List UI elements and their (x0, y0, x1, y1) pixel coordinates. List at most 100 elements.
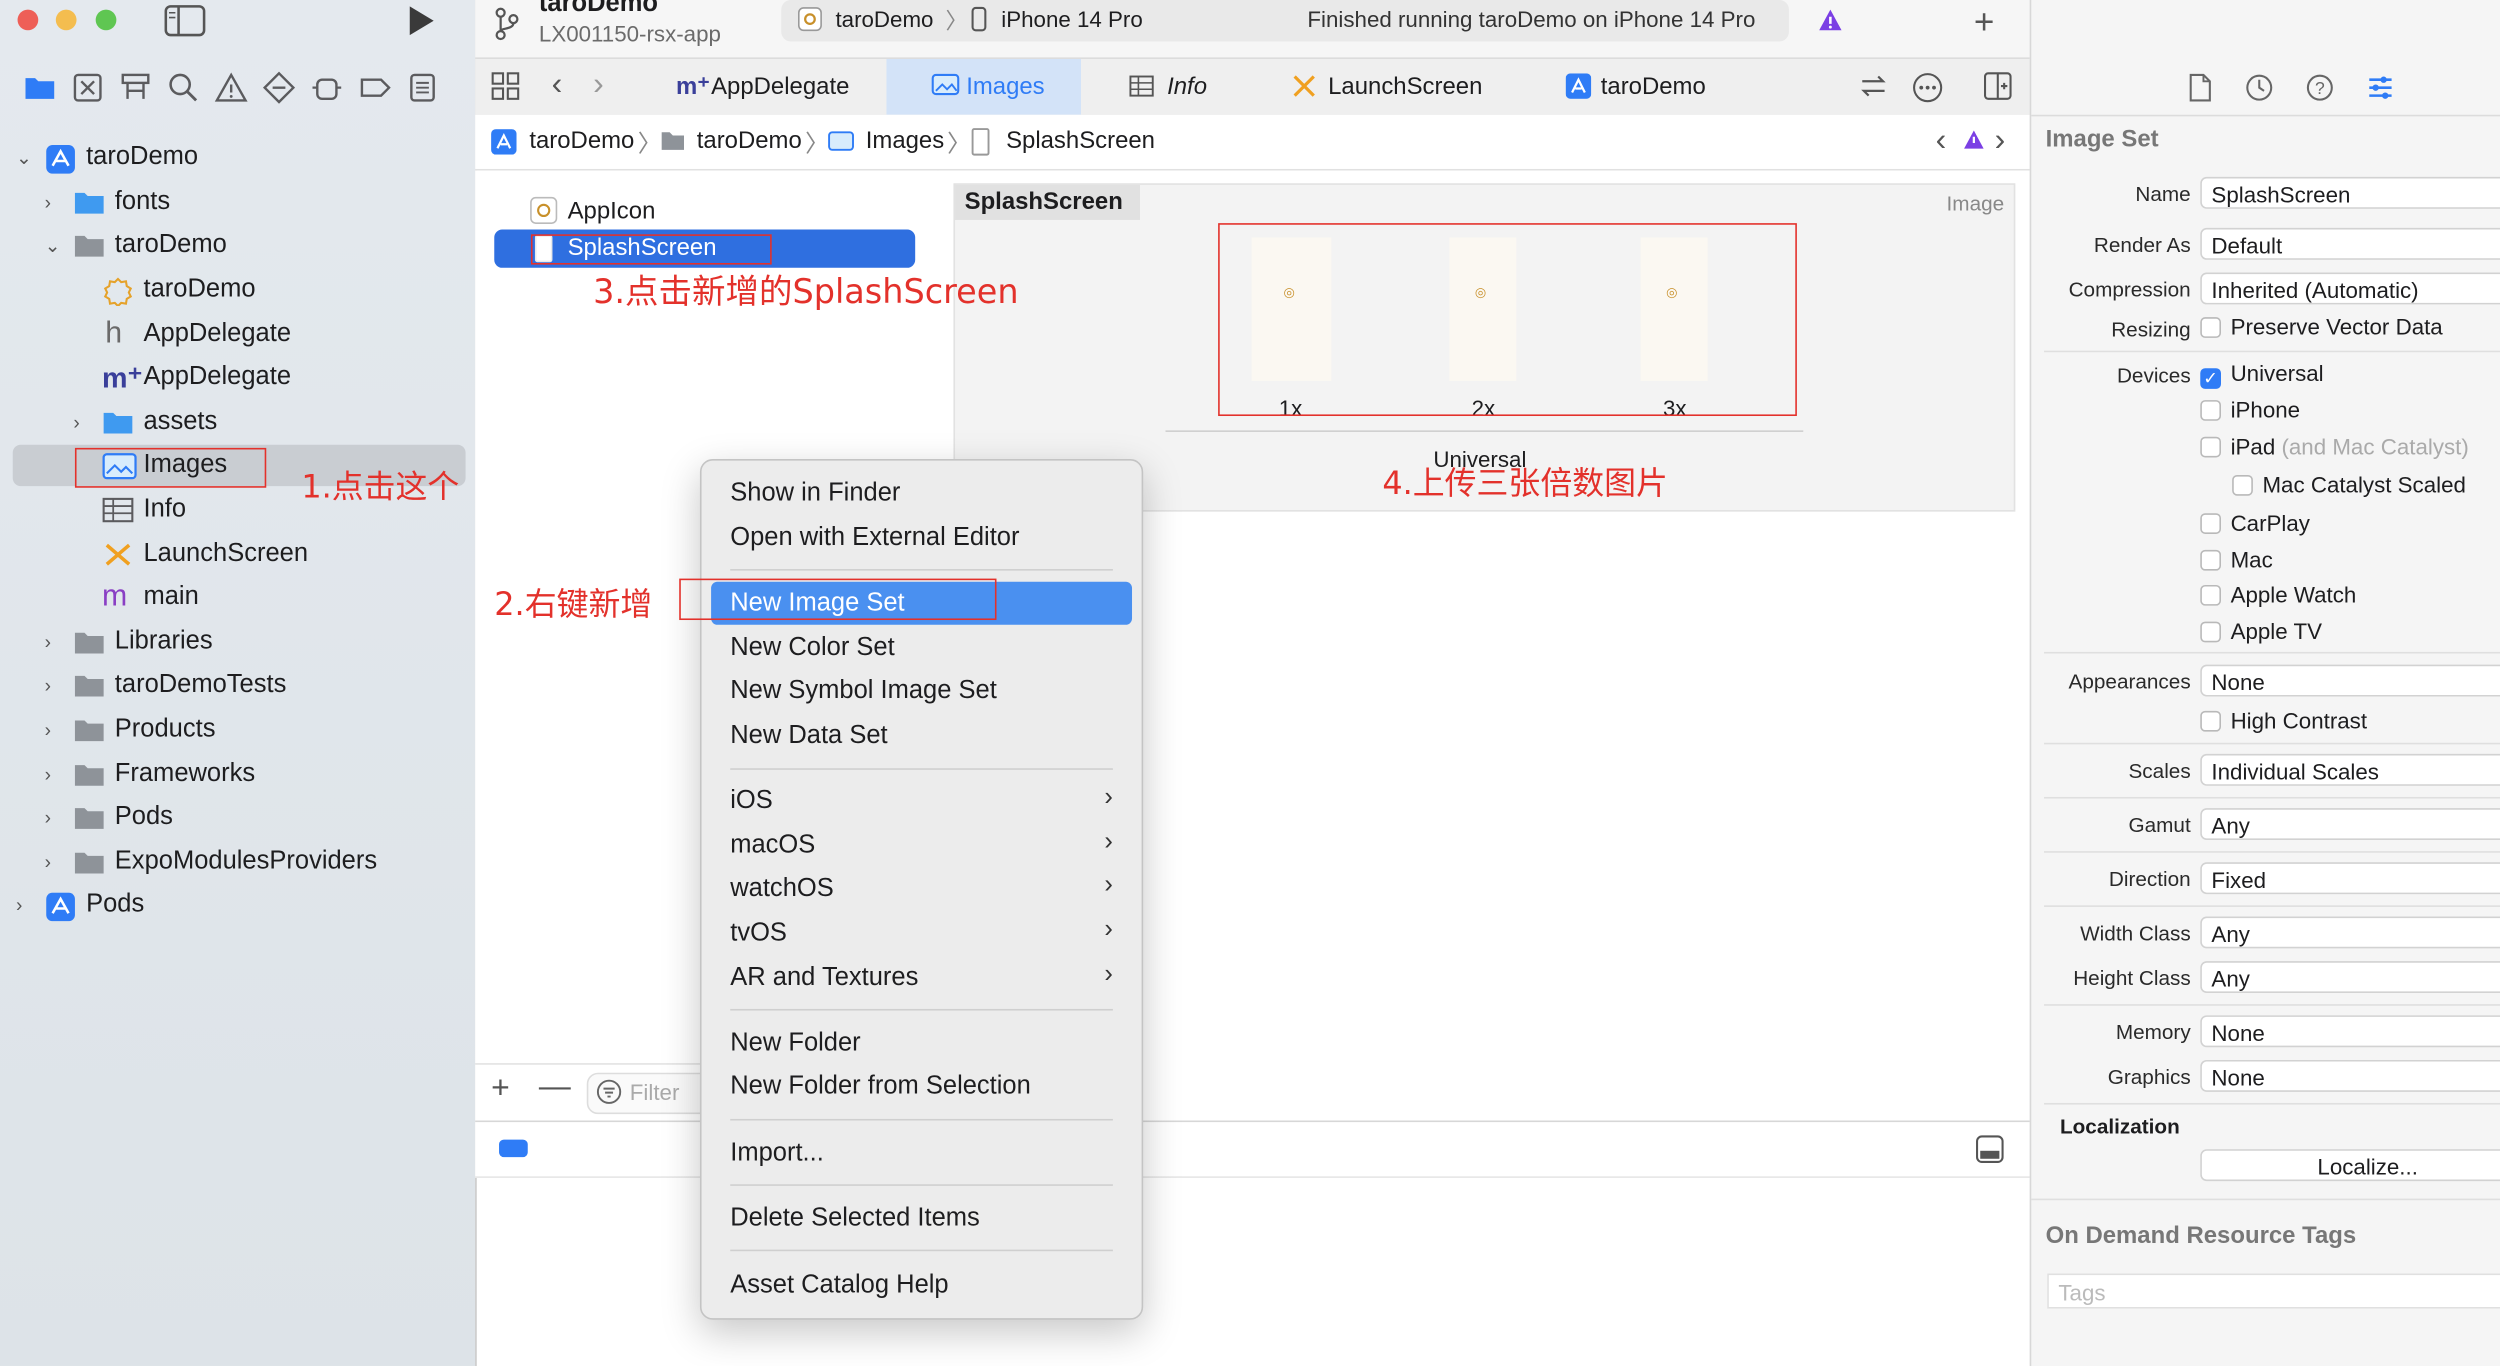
console-toggle-icon[interactable] (1975, 1135, 2004, 1164)
forward-chevron-icon[interactable]: › (593, 67, 604, 104)
chevron-right-icon[interactable]: › (45, 665, 64, 706)
menu-item-watchos[interactable]: watchOS (730, 872, 834, 907)
chevron-down-icon[interactable]: ⌄ (16, 137, 35, 178)
direction-select[interactable]: Fixed (2200, 862, 2500, 895)
source-control-icon[interactable] (70, 70, 105, 105)
tree-item-group-taroDemo[interactable]: ⌄ taroDemo (13, 225, 466, 266)
tree-item-tests[interactable]: › taroDemoTests (13, 665, 466, 706)
next-issue-chevron-icon[interactable]: › (1995, 123, 2006, 160)
menu-item-open-external-editor[interactable]: Open with External Editor (730, 521, 1019, 556)
device-iphone-checkbox[interactable]: iPhone (2200, 397, 2300, 422)
warning-icon[interactable] (1963, 129, 1985, 151)
name-field[interactable]: SplashScreen (2200, 176, 2500, 209)
menu-item-asset-catalog-help[interactable]: Asset Catalog Help (730, 1269, 948, 1304)
gamut-select[interactable]: Any (2200, 808, 2500, 840)
tree-item-entitlements[interactable]: taroDemo (13, 269, 466, 310)
memory-select[interactable]: None (2200, 1015, 2500, 1048)
breadcrumb-group[interactable]: taroDemo (697, 128, 802, 155)
tab-launchscreen[interactable]: LaunchScreen (1272, 59, 1511, 115)
tree-item-project-taroDemo[interactable]: ⌄ taroDemo (13, 137, 466, 178)
device-carplay-checkbox[interactable]: CarPlay (2200, 510, 2310, 536)
chevron-right-icon[interactable]: › (73, 402, 92, 443)
run-target-label[interactable]: taroDemo (835, 6, 933, 32)
menu-item-new-folder-from-selection[interactable]: New Folder from Selection (730, 1070, 1031, 1105)
chevron-right-icon[interactable]: › (45, 182, 64, 223)
menu-item-macos[interactable]: macOS (730, 829, 815, 864)
tree-item-expomodules[interactable]: › ExpoModulesProviders (13, 842, 466, 883)
device-apple-watch-checkbox[interactable]: Apple Watch (2200, 582, 2356, 607)
device-label[interactable]: iPhone 14 Pro (1001, 6, 1142, 32)
device-mac-checkbox[interactable]: Mac (2200, 547, 2273, 572)
chevron-right-icon[interactable]: › (45, 622, 64, 663)
tab-info[interactable]: Info (1113, 59, 1272, 115)
tree-item-fonts[interactable]: › fonts (13, 182, 466, 223)
chevron-right-icon[interactable]: › (45, 842, 64, 883)
issue-navigator-icon[interactable] (214, 70, 249, 105)
chevron-right-icon[interactable]: › (45, 797, 64, 838)
tree-item-libraries[interactable]: › Libraries (13, 622, 466, 663)
width-class-select[interactable]: Any (2200, 916, 2500, 949)
chevron-right-icon[interactable]: › (45, 709, 64, 750)
chevron-right-icon[interactable]: › (16, 885, 35, 926)
attributes-inspector-icon[interactable] (2366, 73, 2395, 102)
preserve-vector-checkbox[interactable]: Preserve Vector Data (2200, 314, 2443, 340)
tree-item-launchscreen[interactable]: LaunchScreen (13, 534, 466, 575)
tree-item-appdelegate-mm[interactable]: m⁺ AppDelegate (13, 357, 466, 398)
test-navigator-icon[interactable] (261, 70, 296, 105)
render-as-select[interactable]: Default (2200, 227, 2500, 260)
grid-icon[interactable] (491, 72, 520, 101)
history-inspector-icon[interactable] (2245, 73, 2274, 102)
activity-viewer[interactable]: taroDemo 〉 iPhone 14 Pro Finished runnin… (781, 0, 1789, 42)
asset-item-appicon[interactable]: AppIcon (494, 191, 915, 229)
tree-item-frameworks[interactable]: › Frameworks (13, 754, 466, 795)
device-apple-tv-checkbox[interactable]: Apple TV (2200, 618, 2322, 644)
height-class-select[interactable]: Any (2200, 961, 2500, 993)
breakpoint-navigator-icon[interactable] (357, 70, 392, 105)
menu-item-tvos[interactable]: tvOS (730, 916, 787, 951)
add-asset-plus-icon[interactable]: + (491, 1071, 510, 1108)
symbol-navigator-icon[interactable] (118, 70, 153, 105)
zoom-window-button[interactable] (95, 9, 117, 31)
tree-item-appdelegate-h[interactable]: h AppDelegate (13, 314, 466, 355)
menu-item-new-data-set[interactable]: New Data Set (730, 719, 887, 754)
menu-item-new-symbol-image-set[interactable]: New Symbol Image Set (730, 674, 997, 709)
chevron-down-icon[interactable]: ⌄ (45, 225, 64, 266)
debug-navigator-icon[interactable] (309, 70, 344, 105)
find-navigator-icon[interactable] (166, 70, 201, 105)
tab-images-active[interactable]: Images (886, 58, 1082, 115)
menu-item-ios[interactable]: iOS (730, 784, 773, 819)
help-inspector-icon[interactable]: ? (2306, 73, 2335, 102)
high-contrast-checkbox[interactable]: High Contrast (2200, 708, 2367, 733)
report-navigator-icon[interactable] (405, 70, 440, 105)
tab-appdelegate[interactable]: m⁺ AppDelegate (647, 59, 883, 115)
tree-item-main[interactable]: m main (13, 577, 466, 618)
back-chevron-icon[interactable]: ‹ (552, 67, 563, 104)
graphics-select[interactable]: None (2200, 1059, 2500, 1092)
breadcrumb-imageset[interactable]: SplashScreen (1006, 128, 1155, 155)
folder-navigator-icon[interactable] (22, 70, 57, 105)
device-mac-catalyst-checkbox[interactable]: Mac Catalyst Scaled (2232, 472, 2466, 497)
prev-issue-chevron-icon[interactable]: ‹ (1936, 123, 1947, 160)
close-window-button[interactable] (17, 9, 39, 31)
menu-item-delete-selected[interactable]: Delete Selected Items (730, 1202, 980, 1237)
tags-field[interactable]: Tags (2047, 1273, 2500, 1309)
chevron-right-icon[interactable]: › (45, 754, 64, 795)
tree-item-products[interactable]: › Products (13, 709, 466, 750)
file-inspector-icon[interactable] (2188, 73, 2214, 102)
menu-item-import[interactable]: Import... (730, 1136, 824, 1171)
menu-item-ar-textures[interactable]: AR and Textures (730, 961, 918, 996)
scales-select[interactable]: Individual Scales (2200, 753, 2500, 786)
add-plus-icon[interactable]: + (1974, 2, 1995, 43)
device-universal-checkbox[interactable]: ✓ Universal (2200, 360, 2324, 389)
breadcrumb-catalog[interactable]: Images (866, 128, 944, 155)
tab-tarodemo[interactable]: taroDemo (1547, 59, 1738, 115)
menu-item-new-color-set[interactable]: New Color Set (730, 631, 894, 666)
appearances-select[interactable]: None (2200, 664, 2500, 697)
breakpoints-toggle-icon[interactable] (499, 1139, 528, 1158)
more-options-icon[interactable] (1912, 72, 1944, 104)
run-play-icon[interactable] (405, 5, 437, 37)
swap-arrows-icon[interactable] (1859, 72, 1888, 101)
compression-select[interactable]: Inherited (Automatic) (2200, 272, 2500, 305)
localize-button[interactable]: Localize... (2200, 1149, 2500, 1182)
sidebar-toggle-icon[interactable] (164, 5, 206, 37)
